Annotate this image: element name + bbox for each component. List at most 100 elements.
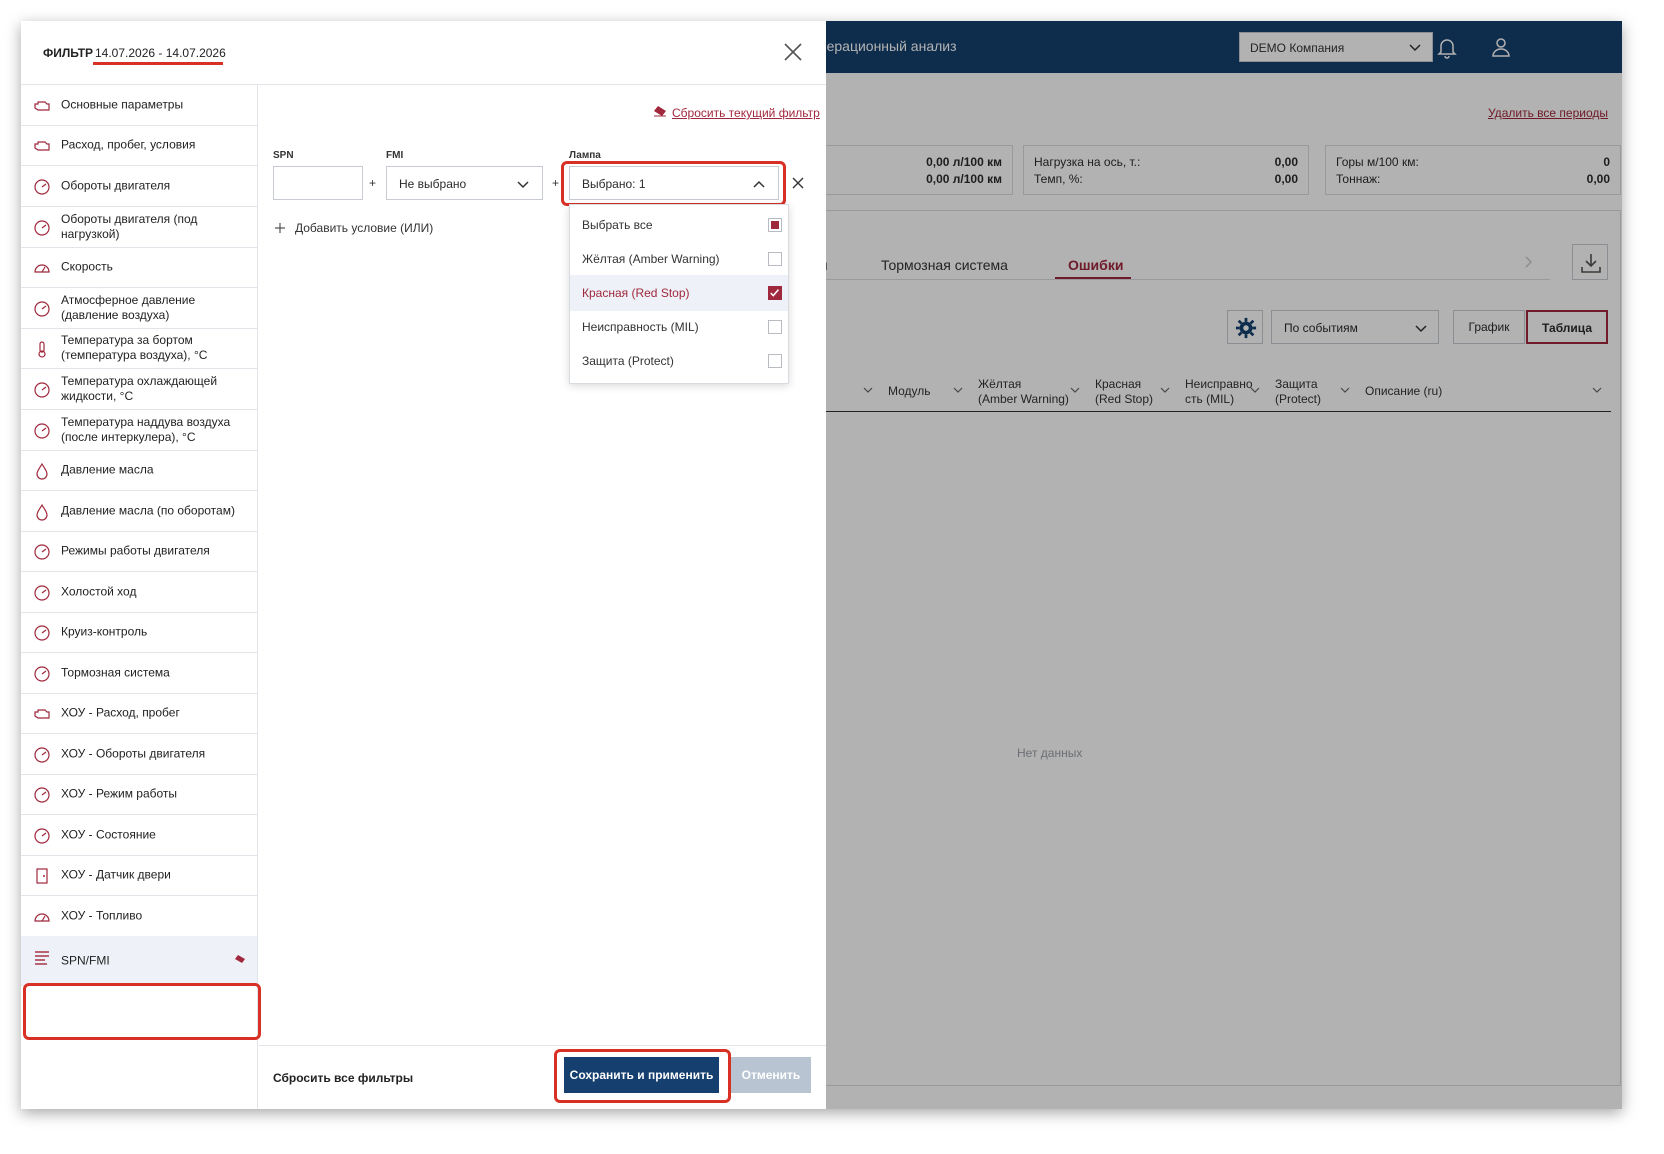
checkbox[interactable] [768,252,782,266]
door-icon [36,868,48,884]
fmi-select[interactable]: Не выбрано [386,166,543,200]
sidebar-item-label: ХОУ - Обороты двигателя [61,746,206,761]
engine-icon [34,101,50,111]
sidebar-item[interactable]: SPN/FMI [21,936,257,986]
gauge-load-icon [34,220,50,236]
sidebar-item[interactable]: ХОУ - Обороты двигателя [21,734,257,775]
check-icon [770,289,780,297]
sidebar-item[interactable]: Давление масла [21,450,257,491]
engine-icon [34,709,50,719]
lamp-option[interactable]: Выбрать все [570,207,788,243]
sidebar-item-label: Давление масла [61,462,154,477]
sidebar-item[interactable]: Температура охлаждающей жидкости, °C [21,369,257,410]
sidebar-item-label: Атмосферное давление (давление воздуха) [61,293,196,322]
sidebar-item[interactable]: Тормозная система [21,653,257,694]
sidebar-item[interactable]: Температура наддува воздуха (после интер… [21,410,257,451]
fmi-select-value: Не выбрано [399,177,467,191]
sidebar-item[interactable]: ХОУ - Датчик двери [21,855,257,896]
sidebar-item-label: Обороты двигателя (под нагрузкой) [61,212,198,241]
intake-temp-icon [34,423,50,439]
sidebar-item-label: SPN/FMI [61,953,110,967]
filter-sidebar: Основные параметры Расход, пробег, услови… [21,85,258,1109]
sidebar-item[interactable]: Обороты двигателя [21,166,257,207]
sidebar-item[interactable]: ХОУ - Режим работы [21,774,257,815]
eraser-icon[interactable] [653,105,667,117]
checkbox[interactable] [768,320,782,334]
sidebar-item[interactable]: ХОУ - Топливо [21,896,257,937]
reset-all-filters-button[interactable]: Сбросить все фильтры [273,1071,413,1085]
eraser-icon[interactable] [234,954,246,964]
sidebar-item[interactable]: Скорость [21,247,257,288]
engine-modes-icon [34,544,50,560]
spn-fmi-highlight [23,983,261,1040]
checkbox[interactable] [768,354,782,368]
close-icon[interactable] [791,176,805,190]
brake-icon [34,666,50,682]
sidebar-item[interactable]: Холостой ход [21,572,257,613]
sidebar-item-label: ХОУ - Расход, пробег [61,705,180,720]
sidebar-item[interactable]: ХОУ - Состояние [21,815,257,856]
sidebar-item-label: ХОУ - Состояние [61,827,156,842]
sidebar-item-label: Температура наддува воздуха (после интер… [61,415,231,444]
checkbox[interactable] [768,286,782,300]
sidebar-item[interactable]: ХОУ - Расход, пробег [21,693,257,734]
sidebar-item[interactable]: Расход, пробег, условия [21,125,257,166]
sidebar-item[interactable]: Температура за бортом (температура возду… [21,328,257,369]
lamp-option-label: Жёлтая (Amber Warning) [582,252,720,266]
sidebar-item-label: ХОУ - Режим работы [61,786,178,801]
sidebar-item[interactable]: Основные параметры [21,85,257,126]
cancel-button[interactable]: Отменить [731,1057,811,1093]
plus-sign: + [552,176,560,190]
sidebar-item-label: Скорость [61,259,113,274]
filter-drawer: ФИЛЬТР 14.07.2026 - 14.07.2026 Основные … [21,21,826,1109]
cruise-icon [34,625,50,641]
lamp-option[interactable]: Неисправность (MIL) [570,309,788,345]
sidebar-item[interactable]: Атмосферное давление (давление воздуха) [21,288,257,329]
oil-drop-icon [36,462,48,480]
gauge-icon [34,179,50,195]
lamp-option[interactable]: Красная (Red Stop) [570,275,788,311]
sidebar-item-label: ХОУ - Топливо [61,908,143,923]
sidebar-item-label: Режимы работы двигателя [61,543,210,558]
engine-icon [34,141,50,151]
mode-icon [34,787,50,803]
plus-sign: + [369,176,377,190]
sidebar-item[interactable]: Круиз-контроль [21,612,257,653]
idle-clock-icon [34,585,50,601]
speedometer-icon [34,913,50,922]
filter-title: ФИЛЬТР [43,46,94,60]
spn-input[interactable] [273,166,363,200]
save-button-highlight [554,1049,731,1103]
lamp-option[interactable]: Жёлтая (Amber Warning) [570,241,788,277]
chevron-down-icon [517,181,529,189]
thermometer-icon [38,341,46,358]
sidebar-item-label: Температура за бортом (температура возду… [61,333,208,362]
sidebar-item-label: Круиз-контроль [61,624,148,639]
filter-dates: 14.07.2026 - 14.07.2026 [95,46,226,60]
lamp-label: Лампа [569,150,601,161]
sidebar-item-label: Обороты двигателя [61,178,171,193]
gauge-icon [34,301,50,317]
sidebar-item-label: Температура охлаждающей жидкости, °C [61,374,218,403]
app-window: перационный анализ DEMO Компания Удалить… [21,21,1622,1109]
lamp-option[interactable]: Защита (Protect) [570,343,788,379]
filter-header: ФИЛЬТР 14.07.2026 - 14.07.2026 [21,21,826,85]
lamp-dropdown: Выбрать все Жёлтая (Amber Warning) Красная… [569,204,789,384]
lamp-option-label: Выбрать все [582,218,653,232]
sidebar-item[interactable]: Давление масла (по оборотам) [21,491,257,532]
sidebar-item[interactable]: Обороты двигателя (под нагрузкой) [21,207,257,248]
oil-drop-icon [36,503,48,521]
sidebar-item[interactable]: Режимы работы двигателя [21,531,257,572]
sidebar-item-label: Основные параметры [61,97,184,112]
sidebar-item-label: Давление масла (по оборотам) [61,503,235,518]
sidebar-item-label: Расход, пробег, условия [61,137,196,152]
lamp-select-highlight [561,161,786,206]
spn-list-icon [35,951,49,965]
lamp-option-label: Защита (Protect) [582,354,674,368]
coolant-icon [34,382,50,398]
lamp-option-label: Красная (Red Stop) [582,286,690,300]
checkbox[interactable] [768,218,782,232]
reset-current-filter-link[interactable]: Сбросить текущий фильтр [672,106,820,120]
close-icon[interactable] [782,41,804,63]
spn-label: SPN [273,150,294,161]
